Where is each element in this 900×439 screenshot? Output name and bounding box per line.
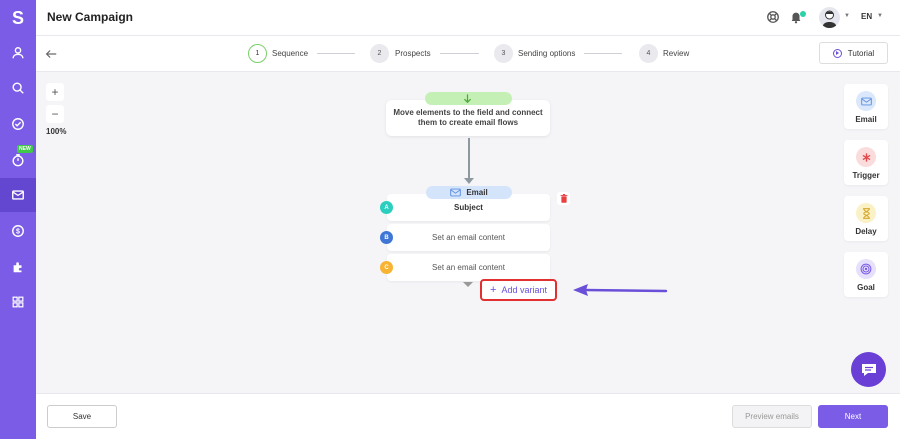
start-node-text: Move elements to the field and connect t… [393, 108, 543, 127]
tutorial-button[interactable]: Tutorial [819, 42, 888, 64]
palette-email-label: Email [855, 115, 877, 124]
chevron-down-icon[interactable]: ▼ [877, 13, 883, 19]
variant-c-badge: C [380, 261, 393, 274]
check-circle-icon [12, 118, 24, 130]
save-button[interactable]: Save [47, 405, 117, 428]
back-arrow-icon[interactable] [44, 47, 58, 61]
palette-email[interactable]: Email [844, 84, 888, 129]
variant-b-badge: B [380, 231, 393, 244]
new-badge: NEW [17, 145, 33, 153]
step-2-label[interactable]: Prospects [395, 49, 431, 58]
play-icon [832, 48, 842, 58]
page-title: New Campaign [47, 10, 134, 24]
palette-goal-label: Goal [857, 283, 875, 292]
zoom-level: 100% [46, 127, 67, 136]
tutorial-label: Tutorial [847, 48, 875, 58]
mail-icon [450, 188, 462, 197]
step-divider [440, 53, 479, 54]
sidebar: S NEW $ [0, 0, 36, 439]
step-1-number[interactable]: 1 [248, 44, 267, 63]
email-node-header[interactable]: Email [426, 186, 512, 199]
next-button[interactable]: Next [818, 405, 888, 428]
palette-goal[interactable]: Goal [844, 252, 888, 297]
step-4-label[interactable]: Review [663, 49, 689, 58]
chat-bubble-icon [861, 363, 876, 376]
notification-dot [800, 11, 806, 17]
preview-emails-button[interactable]: Preview emails [732, 405, 812, 428]
palette-delay-label: Delay [855, 227, 877, 236]
puzzle-icon [13, 262, 22, 273]
hourglass-icon [856, 203, 876, 223]
help-lifebuoy-icon[interactable] [766, 10, 780, 24]
add-variant-label: Add variant [501, 285, 547, 295]
svg-text:$: $ [16, 229, 20, 236]
step-1-label[interactable]: Sequence [272, 49, 308, 58]
asterisk-icon [856, 147, 876, 167]
delete-node-button[interactable] [557, 192, 570, 205]
dollar-icon: $ [12, 225, 24, 237]
target-icon [856, 259, 876, 279]
sidebar-item-contacts[interactable] [0, 36, 36, 70]
variant-b-text: Set an email content [432, 233, 505, 242]
chevron-down-icon[interactable]: ▼ [844, 13, 850, 19]
flow-connector-arrowhead [464, 178, 474, 184]
chat-widget-button[interactable] [851, 352, 886, 387]
step-3-number[interactable]: 3 [494, 44, 513, 63]
campaign-stepper: 1 Sequence 2 Prospects 3 Sending options… [36, 36, 900, 72]
start-node-header [425, 92, 512, 105]
variant-b-card[interactable]: Set an email content [387, 224, 550, 251]
step-4-number[interactable]: 4 [639, 44, 658, 63]
user-icon [12, 47, 24, 59]
search-icon [12, 82, 24, 94]
zoom-out-button[interactable]: − [46, 105, 64, 123]
plus-icon: + [490, 284, 497, 296]
language-selector[interactable]: EN [861, 12, 872, 21]
zoom-in-button[interactable]: + [46, 83, 64, 101]
palette-trigger-label: Trigger [852, 171, 880, 180]
avatar-image [822, 10, 837, 28]
node-output-handle[interactable] [463, 282, 473, 287]
email-node-label: Email [466, 188, 488, 197]
sidebar-item-apps[interactable] [0, 285, 36, 319]
palette-trigger[interactable]: Trigger [844, 140, 888, 185]
palette-delay[interactable]: Delay [844, 196, 888, 241]
sidebar-item-billing[interactable]: $ [0, 214, 36, 248]
sidebar-item-tasks[interactable] [0, 107, 36, 141]
flow-connector [468, 138, 470, 180]
step-divider [584, 53, 622, 54]
apps-grid-icon [12, 296, 24, 308]
sidebar-item-search[interactable] [0, 71, 36, 105]
start-node[interactable]: Move elements to the field and connect t… [386, 100, 550, 136]
top-header: New Campaign ▼ EN ▼ [36, 0, 900, 36]
avatar[interactable] [819, 7, 840, 28]
step-2-number[interactable]: 2 [370, 44, 389, 63]
add-variant-button[interactable]: + Add variant [480, 279, 557, 301]
app-logo[interactable]: S [0, 0, 36, 36]
variant-a-text: Subject [454, 203, 483, 212]
mail-icon [856, 91, 876, 111]
variant-c-card[interactable]: Set an email content [387, 254, 550, 281]
step-divider [317, 53, 355, 54]
footer-bar: Save Preview emails Next [36, 393, 900, 439]
pointer-arrow-annotation [573, 284, 668, 296]
variant-c-text: Set an email content [432, 263, 505, 272]
step-3-label[interactable]: Sending options [518, 49, 575, 58]
variant-a-badge: A [380, 201, 393, 214]
sidebar-item-campaigns[interactable] [0, 178, 36, 212]
trash-icon [560, 194, 567, 203]
arrow-down-icon [463, 94, 472, 104]
mail-icon [12, 190, 24, 200]
timer-icon [12, 154, 24, 167]
sidebar-item-integrations[interactable] [0, 250, 36, 284]
